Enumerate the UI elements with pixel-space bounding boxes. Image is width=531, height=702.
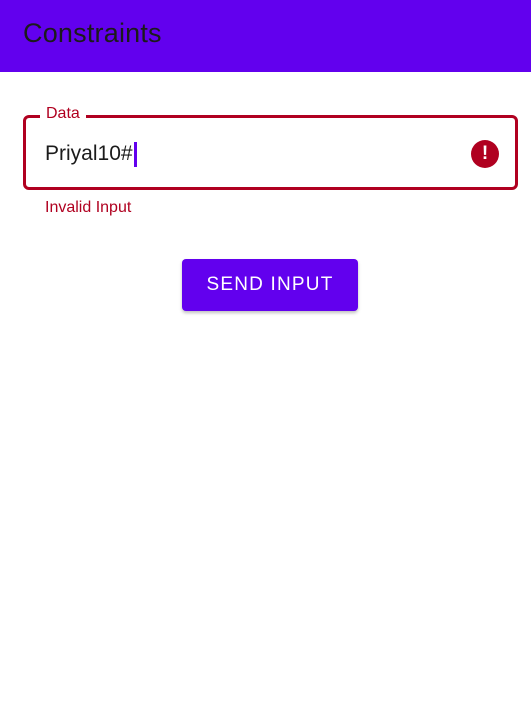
data-input-field[interactable]: Data Priyal10# ! [23, 104, 518, 190]
data-field-input-area[interactable]: Priyal10# [45, 140, 137, 168]
error-icon: ! [471, 140, 499, 168]
send-input-button[interactable]: SEND INPUT [182, 259, 358, 311]
app-bar: Constraints [0, 0, 531, 72]
error-message: Invalid Input [45, 199, 132, 216]
data-field-value[interactable]: Priyal10# [45, 140, 133, 168]
text-cursor [133, 141, 137, 167]
app-title: Constraints [23, 18, 162, 48]
data-field-label: Data [40, 104, 86, 124]
